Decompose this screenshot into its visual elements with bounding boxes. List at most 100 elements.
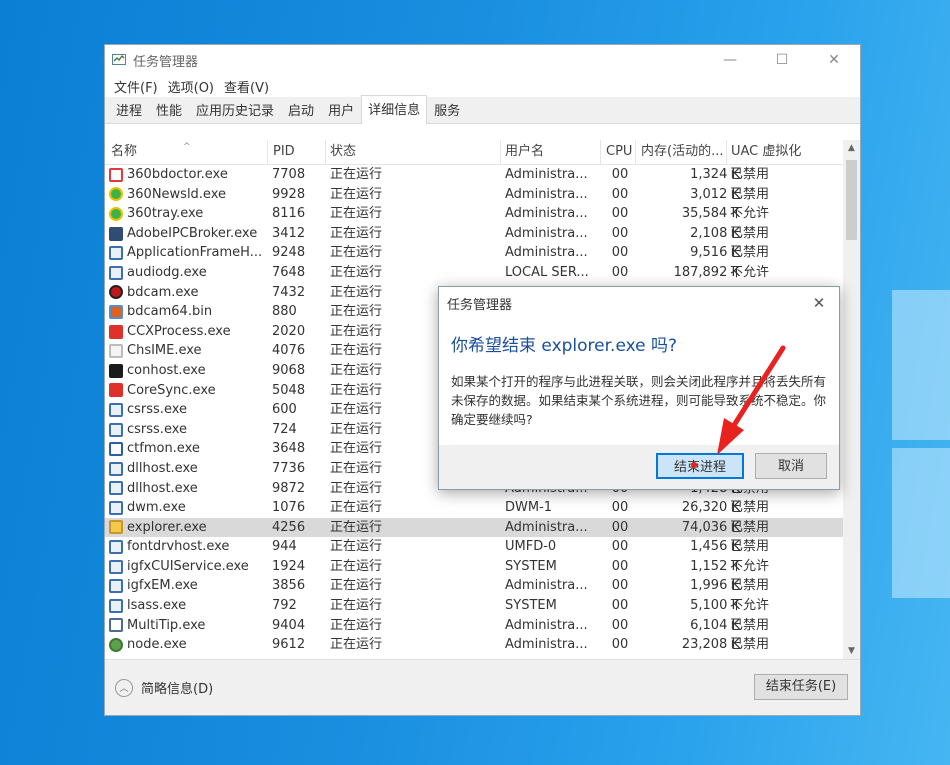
column-header-pid[interactable]: PID bbox=[268, 140, 326, 164]
node-icon bbox=[109, 638, 123, 653]
process-name: node.exe bbox=[127, 637, 187, 653]
process-name: lsass.exe bbox=[127, 598, 187, 614]
menu-options[interactable]: 选项(O) bbox=[163, 77, 219, 96]
table-row[interactable]: dwm.exe 1076 正在运行 DWM-1 00 26,320 K 已禁用 bbox=[105, 498, 860, 518]
table-row[interactable]: 360bdoctor.exe 7708 正在运行 Administra... 00 1,3… bbox=[105, 165, 860, 185]
column-header-user[interactable]: 用户名 bbox=[501, 140, 601, 164]
doctor-icon bbox=[109, 167, 123, 182]
fewer-details-link[interactable]: ︿ 简略信息(D) bbox=[115, 678, 213, 697]
process-cpu: 00 bbox=[611, 264, 629, 280]
record-icon bbox=[109, 285, 123, 300]
column-header-uac[interactable]: UAC 虚拟化 bbox=[727, 140, 843, 164]
table-row[interactable]: audiodg.exe 7648 正在运行 LOCAL SER... 00 187,892… bbox=[105, 263, 860, 283]
table-row[interactable]: node.exe 9612 正在运行 Administra... 00 23,208 K已… bbox=[105, 635, 860, 655]
process-user: Administra... bbox=[505, 637, 588, 653]
tab-details[interactable]: 详细信息 bbox=[361, 95, 428, 124]
column-header-status[interactable]: 状态 bbox=[326, 140, 501, 164]
menu-file[interactable]: 文件(F) bbox=[109, 77, 163, 96]
column-header-cpu[interactable]: CPU bbox=[601, 140, 636, 164]
process-cpu: 00 bbox=[611, 519, 629, 535]
process-name-cell: lsass.exe bbox=[109, 596, 269, 616]
table-row[interactable]: explorer.exe 4256 正在运行 Administra... 00 74,03… bbox=[105, 517, 860, 538]
process-user: Administra... bbox=[505, 617, 588, 633]
process-name: bdcam64.bin bbox=[127, 304, 213, 320]
maximize-button[interactable]: ☐ bbox=[756, 45, 808, 75]
table-row[interactable]: 360tray.exe 8116 正在运行 Administra... 00 35,584… bbox=[105, 204, 860, 224]
process-name: 360tray.exe bbox=[127, 206, 204, 222]
creative-cloud-icon bbox=[109, 383, 123, 398]
minimize-button[interactable]: — bbox=[704, 45, 756, 75]
process-user: Administra... bbox=[505, 167, 588, 182]
process-name: audiodg.exe bbox=[127, 264, 207, 280]
process-pid: 2020 bbox=[272, 323, 306, 339]
tab-startup[interactable]: 启动 bbox=[281, 96, 321, 123]
process-pid: 9872 bbox=[272, 480, 306, 496]
dialog-title: 任务管理器 bbox=[447, 297, 513, 313]
process-pid: 792 bbox=[272, 598, 297, 614]
app-frame-icon bbox=[109, 422, 123, 437]
table-row[interactable]: AdobeIPCBroker.exe 3412 正在运行 Administra... 0… bbox=[105, 224, 860, 244]
column-header-name-label: 名称 bbox=[111, 144, 138, 159]
process-memory: 1,324 K bbox=[690, 167, 740, 182]
process-user: LOCAL SER... bbox=[505, 264, 589, 280]
process-cpu: 00 bbox=[611, 598, 629, 614]
process-memory: 26,320 K bbox=[681, 500, 740, 516]
process-status: 正在运行 bbox=[330, 225, 383, 241]
table-row[interactable]: igfxEM.exe 3856 正在运行 Administra... 00 1,996 K… bbox=[105, 576, 860, 596]
desktop-windows-logo bbox=[880, 290, 950, 598]
chevron-up-icon: ︿ bbox=[115, 678, 133, 697]
process-cpu: 00 bbox=[611, 186, 629, 202]
process-status: 正在运行 bbox=[330, 500, 383, 516]
column-header-name[interactable]: 名称 ^ bbox=[105, 140, 268, 164]
process-name-cell: audiodg.exe bbox=[109, 263, 269, 283]
ime-icon bbox=[109, 344, 123, 359]
tab-users[interactable]: 用户 bbox=[321, 96, 361, 123]
app-frame-icon bbox=[109, 598, 123, 613]
folder-icon bbox=[109, 520, 123, 535]
process-uac: 已禁用 bbox=[730, 245, 770, 261]
process-status: 正在运行 bbox=[330, 539, 383, 555]
end-task-button[interactable]: 结束任务(E) bbox=[754, 674, 848, 700]
close-button[interactable]: ✕ bbox=[808, 45, 860, 75]
process-uac: 已禁用 bbox=[730, 637, 770, 653]
tab-processes[interactable]: 进程 bbox=[109, 96, 149, 123]
table-row[interactable]: 360Newsld.exe 9928 正在运行 Administra... 00 3,01… bbox=[105, 185, 860, 205]
process-uac: 不允许 bbox=[730, 558, 770, 574]
table-row[interactable]: ApplicationFrameH... 9248 正在运行 Administra..… bbox=[105, 243, 860, 263]
table-row[interactable]: igfxCUIService.exe 1924 正在运行 SYSTEM 00 1,152 … bbox=[105, 557, 860, 577]
tab-performance[interactable]: 性能 bbox=[149, 96, 189, 123]
dialog-close-icon[interactable]: ✕ bbox=[799, 294, 839, 312]
process-name: explorer.exe bbox=[127, 519, 207, 535]
scrollbar-thumb[interactable] bbox=[846, 160, 857, 240]
process-user: Administra... bbox=[505, 578, 588, 594]
process-uac: 已禁用 bbox=[730, 539, 770, 555]
process-pid: 1076 bbox=[272, 500, 306, 516]
process-name-cell: bdcam64.bin bbox=[109, 302, 269, 322]
table-row[interactable]: fontdrvhost.exe 944 正在运行 UMFD-0 00 1,456 K 已禁用 bbox=[105, 537, 860, 557]
vertical-scrollbar[interactable]: ▲ ▼ bbox=[843, 140, 860, 660]
process-name-cell: node.exe bbox=[109, 635, 269, 655]
scroll-down-icon[interactable]: ▼ bbox=[843, 643, 860, 660]
app-frame-icon bbox=[109, 559, 123, 574]
process-name-cell: dllhost.exe bbox=[109, 459, 269, 479]
process-status: 正在运行 bbox=[330, 637, 383, 653]
tab-app-history[interactable]: 应用历史记录 bbox=[189, 96, 281, 123]
process-pid: 600 bbox=[272, 402, 297, 418]
tab-services[interactable]: 服务 bbox=[427, 96, 467, 123]
scroll-up-icon[interactable]: ▲ bbox=[843, 140, 860, 157]
process-pid: 7708 bbox=[272, 167, 306, 182]
process-name-cell: conhost.exe bbox=[109, 361, 269, 381]
process-memory: 5,100 K bbox=[690, 598, 740, 614]
process-name: ctfmon.exe bbox=[127, 441, 200, 457]
column-header-memory[interactable]: 内存(活动的... bbox=[636, 140, 727, 164]
table-row[interactable]: MultiTip.exe 9404 正在运行 Administra... 00 6,104… bbox=[105, 616, 860, 636]
table-row[interactable]: lsass.exe 792 正在运行 SYSTEM 00 5,100 K 不允许 bbox=[105, 596, 860, 616]
app-frame-icon bbox=[109, 579, 123, 594]
end-process-button[interactable]: 结束进程 bbox=[656, 453, 744, 479]
process-name-cell: csrss.exe bbox=[109, 420, 269, 440]
process-memory: 187,892 K bbox=[673, 264, 740, 280]
cancel-button[interactable]: 取消 bbox=[755, 453, 827, 479]
process-pid: 7648 bbox=[272, 264, 306, 280]
menu-view[interactable]: 查看(V) bbox=[219, 77, 274, 96]
menu-bar: 文件(F) 选项(O) 查看(V) bbox=[105, 75, 860, 97]
